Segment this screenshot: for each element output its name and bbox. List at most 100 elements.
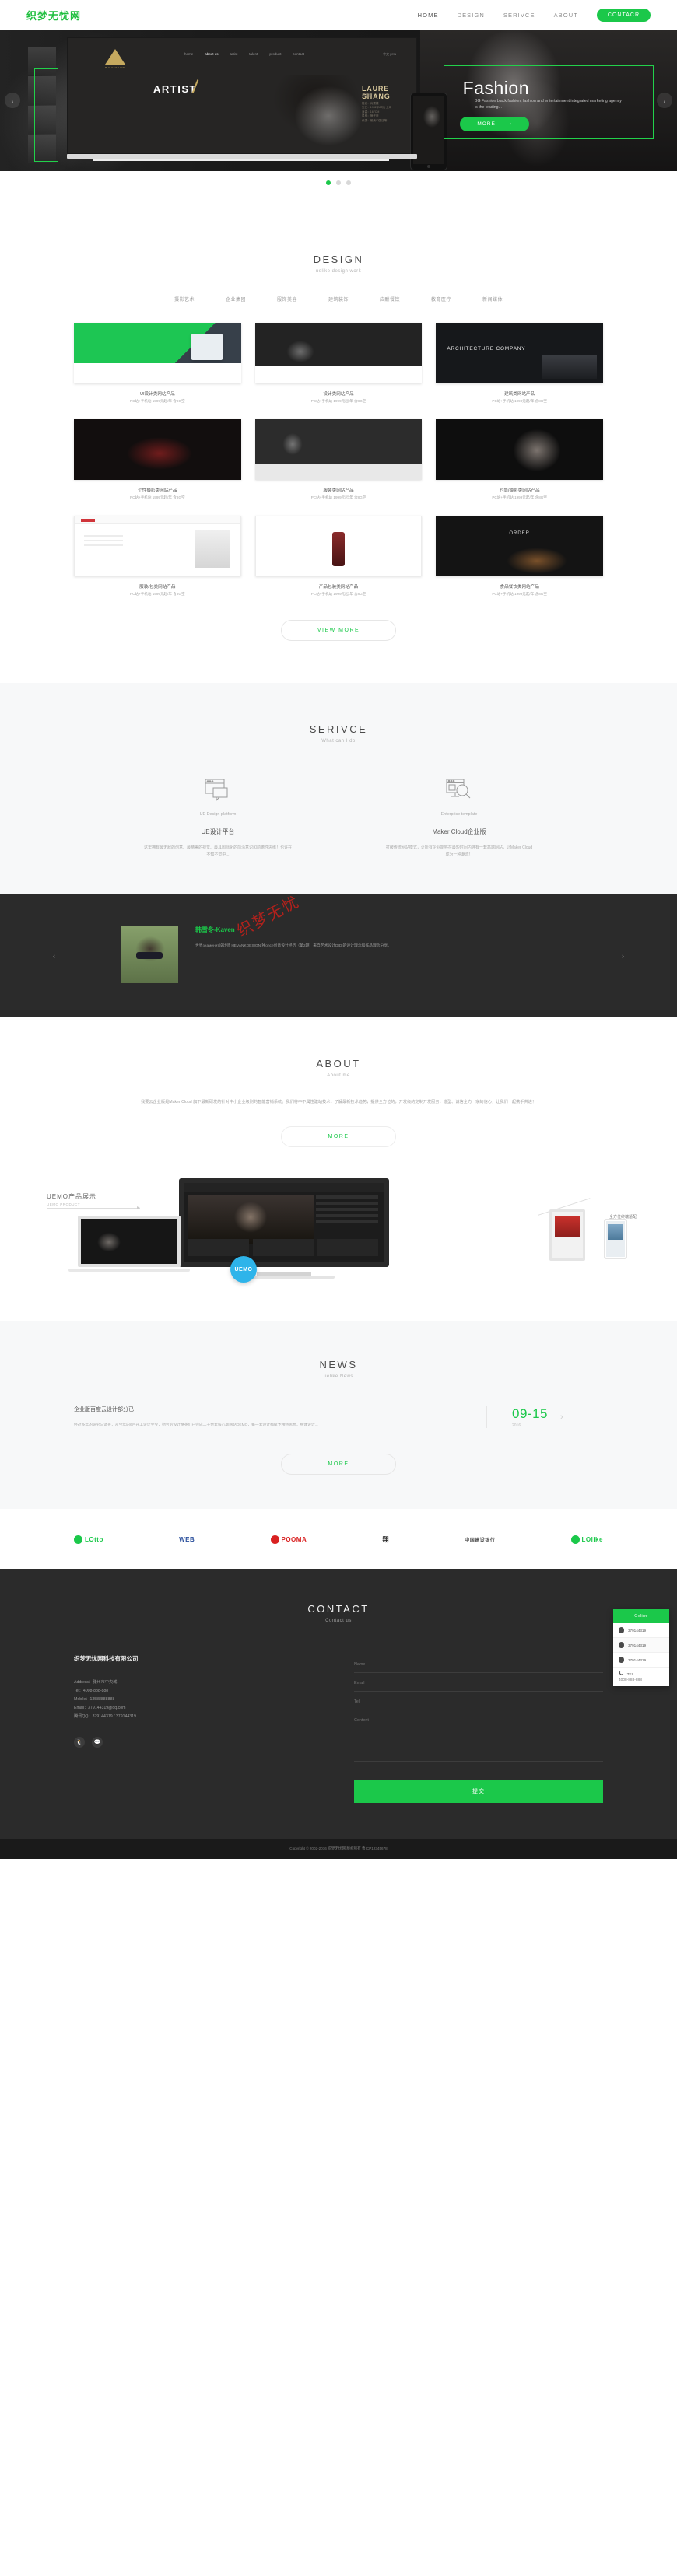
contact-info: 织梦无忧网科技有限公司 Address：滕州市中央城 Tel：4008-888-… [74, 1654, 331, 1803]
about-section: ABOUT About me 我要云企业版是Maker Cloud 旗下最新研发… [0, 1017, 677, 1292]
news-subtitle: uelike News [324, 1374, 353, 1379]
design-card[interactable]: 时尚/摄影类网站产品 PC站+手机站 1999元起/年 含8G空 [436, 419, 603, 500]
testimonial-next-arrow[interactable]: › [622, 952, 624, 960]
online-tel-label: TEL [626, 1671, 634, 1676]
wechat-icon[interactable]: 💬 [92, 1737, 103, 1748]
hero-dot-1[interactable] [326, 180, 331, 185]
nav-item-home[interactable]: HOME [418, 12, 439, 19]
partners-section: LOtto WEB POOMA 翔 中国建设银行 LOlike [74, 1509, 603, 1569]
news-more-button[interactable]: MORE [281, 1454, 396, 1475]
filter-1[interactable]: 企业集团 [226, 296, 246, 303]
partner-logo[interactable]: POOMA [270, 1535, 307, 1544]
news-item-date: 09-15 2016 › [486, 1406, 603, 1428]
hero-nav-home[interactable]: home [184, 52, 193, 56]
design-card[interactable]: ARCHITECTURE COMPANY 建筑类网站产品 PC站+手机站 199… [436, 323, 603, 404]
hero-site-preview: B.G FASHION home about us artist talent … [67, 37, 447, 171]
hero-prev-arrow[interactable]: ‹ [5, 93, 20, 108]
showcase-label-sub: UEMO PRODUCT [47, 1202, 80, 1206]
contact-qq: 腾讯QQ：379144319 / 379144319 [74, 1714, 136, 1719]
partner-logo[interactable]: WEB [179, 1536, 195, 1543]
news-title: NEWS [319, 1359, 358, 1370]
news-list-item[interactable]: 企业版百度云设计部分已 经过多年的研究与调查，从今年的6月开工设计至今，勤劳的设… [74, 1405, 603, 1429]
contact-submit-button[interactable]: 提交 [354, 1780, 603, 1803]
hero-dot-3[interactable] [346, 180, 351, 185]
qq-icon[interactable]: 🐧 [74, 1737, 85, 1748]
contact-content-textarea[interactable] [354, 1710, 603, 1762]
design-card[interactable]: 服装类网站产品 PC站+手机站 1999元起/年 含8G空 [254, 419, 423, 500]
hero-brand-sub: B.G FASHION [105, 66, 125, 69]
design-card-note: PC站+手机站 1999元起/年 含8G空 [310, 399, 367, 403]
partner-logo[interactable]: 中国建设银行 [465, 1536, 495, 1543]
design-card[interactable]: ORDER 食品餐饮类网站产品 PC站+手机站 1999元起/年 含8G空 [436, 516, 603, 597]
hero-nav-product[interactable]: product [269, 52, 281, 56]
browser-search-icon [385, 775, 533, 806]
design-card-title: UI设计类网站产品 [139, 392, 175, 397]
testimonial-section: 织梦无忧 ‹ › 韩雪冬-Kaven 世界знаменит设计师 HEVANKD… [0, 892, 677, 1017]
design-card[interactable]: 个性摄影类网站产品 PC站+手机站 1999元起/年 含8G空 [74, 419, 241, 500]
hero-next-arrow[interactable]: › [657, 93, 672, 108]
design-card[interactable]: UI设计类网站产品 PC站+手机站 1999元起/年 含8G空 [74, 323, 241, 404]
partner-name: LOtto [85, 1536, 103, 1543]
online-qq-item[interactable]: 379144319 [613, 1638, 669, 1653]
contact-tel-input[interactable] [354, 1692, 603, 1710]
testimonial-card: 韩雪冬-Kaven 世界знаменит设计师 HEVANKDESIGN 独on… [121, 926, 556, 983]
partner-logo[interactable]: LOtto [74, 1535, 103, 1544]
design-card[interactable]: 设计类网站产品 PC站+手机站 1999元起/年 含8G空 [254, 323, 423, 404]
design-card-thumbnail: ORDER [436, 516, 603, 576]
contact-company-name: 织梦无忧网科技有限公司 [74, 1655, 139, 1662]
design-card-thumbnail [74, 323, 241, 383]
contact-mobile: Mobile：13588888888 [74, 1697, 115, 1702]
design-card-title: 个性摄影类网站产品 [138, 488, 177, 493]
design-card[interactable]: 产品包装类网站产品 PC站+手机站 1999元起/年 含8G空 [254, 516, 423, 597]
filter-2[interactable]: 服饰美容 [277, 296, 297, 303]
showcase-laptop-base [68, 1269, 190, 1272]
partner-name: WEB [179, 1536, 195, 1543]
online-qq-item[interactable]: 379144319 [613, 1653, 669, 1668]
hero-nav-artist[interactable]: artist [230, 52, 238, 56]
showcase-arrow-left-icon [47, 1206, 140, 1209]
online-qq-item[interactable]: 379144319 [613, 1623, 669, 1638]
partner-logo[interactable]: LOlike [570, 1535, 603, 1544]
contact-name-input[interactable] [354, 1654, 603, 1673]
site-logo[interactable]: 织梦无忧网 [26, 8, 81, 23]
hero-nav-talent[interactable]: talent [249, 52, 258, 56]
hero-model-name: LAURE SHANG [362, 85, 391, 100]
nav-item-about[interactable]: ABOUT [554, 12, 578, 19]
news-item-title: 企业版百度云设计部分已 [74, 1407, 134, 1412]
hero-language-switch[interactable]: 中文 | EN [383, 52, 396, 57]
qq-penguin-icon [619, 1627, 624, 1633]
service-item-enterprise[interactable]: Enterprise template Maker Cloud企业版 打破传统网… [385, 775, 533, 859]
hero-nav-about[interactable]: about us [205, 52, 218, 56]
design-title: DESIGN [313, 254, 364, 265]
partner-name: POOMA [281, 1536, 307, 1543]
filter-0[interactable]: 摄影艺术 [174, 296, 195, 303]
online-panel-header: Online [613, 1609, 669, 1623]
contact-button[interactable]: CONTACR [596, 8, 651, 22]
hero-description: BG Fashion black fashion, fashion and en… [475, 99, 622, 110]
showcase-tablet [549, 1209, 585, 1261]
online-service-panel: Online 379144319 379144319 379144319 📞 T… [613, 1609, 669, 1686]
design-card-note: PC站+手机站 1999元起/年 含8G空 [130, 592, 185, 596]
hero-dot-2[interactable] [336, 180, 341, 185]
partner-mark-icon [270, 1535, 279, 1544]
hero-brand-logo: B.G FASHION [105, 49, 125, 69]
filter-3[interactable]: 建筑装饰 [328, 296, 349, 303]
hero-more-button[interactable]: MORE › [460, 117, 529, 131]
filter-6[interactable]: 新闻媒体 [482, 296, 503, 303]
testimonial-prev-arrow[interactable]: ‹ [53, 952, 55, 960]
design-card[interactable]: 服装/包类网站产品 PC站+手机站 1999元起/年 含8G空 [74, 516, 241, 597]
service-item-ue-design[interactable]: UE Design platform UE设计平台 这里拥有最无敌的创意、最精美… [144, 775, 292, 859]
design-view-more-button[interactable]: VIEW MORE [281, 620, 396, 641]
hero-nav-contact[interactable]: contact [293, 52, 304, 56]
design-card-note: PC站+手机站 1999元起/年 含8G空 [492, 399, 547, 403]
browser-chat-icon [144, 775, 292, 806]
about-more-button[interactable]: MORE [281, 1126, 396, 1147]
partner-logo[interactable]: 翔 [382, 1535, 389, 1544]
contact-email-input[interactable] [354, 1673, 603, 1692]
showcase-monitor [179, 1178, 389, 1267]
filter-4[interactable]: 应酬餐饮 [380, 296, 400, 303]
filter-5[interactable]: 教育医疗 [431, 296, 451, 303]
hero-green-accent-left [34, 68, 58, 162]
nav-item-serivce[interactable]: SERIVCE [503, 12, 535, 19]
nav-item-design[interactable]: DESIGN [458, 12, 485, 19]
